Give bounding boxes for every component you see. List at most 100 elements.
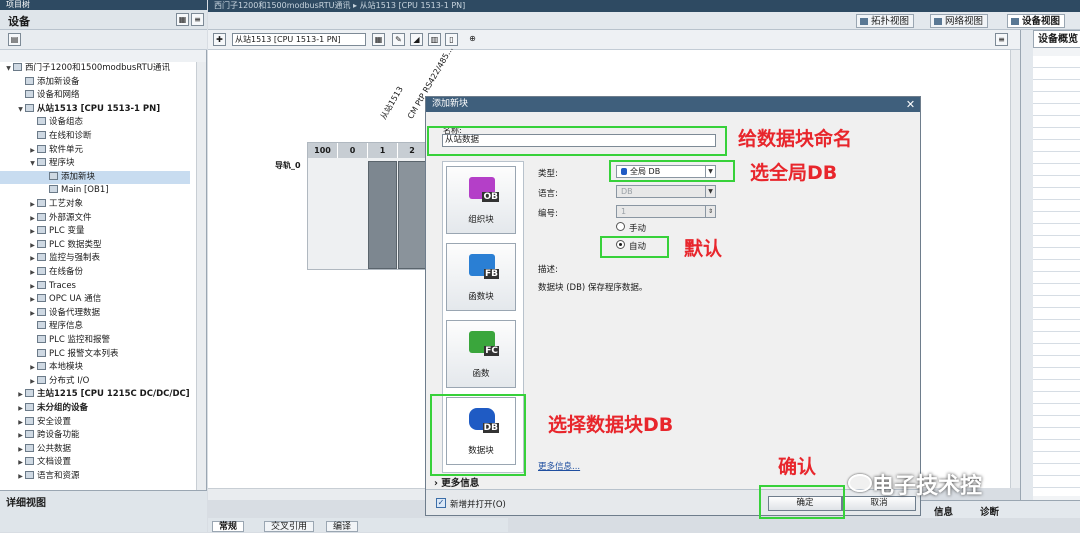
tree-item[interactable]: ▶ 工艺对象 bbox=[0, 198, 190, 211]
tree-item-icon bbox=[37, 280, 46, 289]
tree-item-label: 程序块 bbox=[49, 158, 75, 169]
more-info-link[interactable]: 更多信息... bbox=[538, 460, 580, 472]
tree-item[interactable]: PLC 报警文本列表 bbox=[0, 348, 190, 361]
tree-item[interactable]: ▶ 在线备份 bbox=[0, 266, 190, 279]
draw-icon[interactable]: ◢ bbox=[410, 33, 423, 46]
device-icon[interactable]: ✚ bbox=[213, 33, 226, 46]
tree-item[interactable]: ▶ 主站1215 [CPU 1215C DC/DC/DC] bbox=[0, 388, 190, 401]
tree-item[interactable]: ▼ 程序块 bbox=[0, 157, 190, 170]
add-and-open-checkbox[interactable]: ✓ bbox=[436, 498, 446, 508]
canvas-vscrollbar[interactable] bbox=[1010, 50, 1020, 488]
tab-info[interactable]: 信息 bbox=[934, 504, 953, 518]
grid-view-icon[interactable]: ▦ bbox=[176, 13, 189, 26]
tree-item[interactable]: ▼ 西门子1200和1500modbusRTU通讯 bbox=[0, 62, 190, 75]
more-info-section[interactable]: › 更多信息 bbox=[434, 475, 479, 489]
tree-item[interactable]: ▶ 分布式 I/O bbox=[0, 375, 190, 388]
collapsed-arrow-icon[interactable]: ▶ bbox=[16, 402, 25, 415]
collapsed-arrow-icon[interactable]: ▶ bbox=[16, 470, 25, 483]
tree-item[interactable]: ▶ Traces bbox=[0, 280, 190, 293]
highlight-ok bbox=[759, 485, 845, 519]
tree-item[interactable]: ▶ 设备代理数据 bbox=[0, 307, 190, 320]
collapsed-arrow-icon[interactable]: ▶ bbox=[28, 293, 37, 306]
expanded-arrow-icon[interactable]: ▼ bbox=[4, 62, 13, 75]
overview-toggle-icon[interactable]: ≡ bbox=[995, 33, 1008, 46]
tree-item[interactable]: ▶ 文档设置 bbox=[0, 456, 190, 469]
tree-item-icon bbox=[37, 267, 46, 275]
tree-item-icon bbox=[37, 144, 46, 153]
zoom-icon[interactable]: ⊕ bbox=[466, 33, 479, 46]
collapsed-arrow-icon[interactable]: ▶ bbox=[16, 456, 25, 469]
tree-item[interactable]: 设备组态 bbox=[0, 116, 190, 129]
collapsed-arrow-icon[interactable]: ▶ bbox=[16, 388, 25, 401]
collapsed-arrow-icon[interactable]: ▶ bbox=[28, 375, 37, 388]
device-selector[interactable]: 从站1513 [CPU 1513-1 PN] bbox=[232, 33, 366, 46]
tree-item[interactable]: Main [OB1] bbox=[0, 184, 190, 197]
collapsed-arrow-icon[interactable]: ▶ bbox=[28, 280, 37, 293]
tree-item[interactable]: ▼ 从站1513 [CPU 1513-1 PN] bbox=[0, 103, 190, 116]
collapsed-arrow-icon[interactable]: ▶ bbox=[16, 416, 25, 429]
tree-item[interactable]: 在线和诊断 bbox=[0, 130, 190, 143]
panel-icon[interactable]: ▯ bbox=[445, 33, 458, 46]
cm-module[interactable] bbox=[398, 161, 426, 269]
tree-item[interactable]: 添加新块 bbox=[0, 170, 190, 184]
tree-item[interactable]: ▶ 未分组的设备 bbox=[0, 402, 190, 415]
tree-item[interactable]: ▶ 公共数据 bbox=[0, 443, 190, 456]
tree-item[interactable]: ▶ 跨设备功能 bbox=[0, 429, 190, 442]
collapsed-arrow-icon[interactable]: ▶ bbox=[28, 239, 37, 252]
collapsed-arrow-icon[interactable]: ▶ bbox=[28, 361, 37, 374]
detail-view-panel[interactable]: 详细视图 bbox=[0, 490, 207, 532]
block-type-fc-button[interactable]: FC 函数 bbox=[446, 320, 516, 388]
tab-cross-ref[interactable]: 交叉引用 bbox=[264, 521, 315, 532]
collapsed-arrow-icon[interactable]: ▶ bbox=[16, 443, 25, 456]
manual-radio[interactable] bbox=[616, 222, 625, 231]
tree-item[interactable]: PLC 监控和报警 bbox=[0, 334, 190, 347]
tree-item[interactable]: 设备和网络 bbox=[0, 89, 190, 102]
close-icon[interactable]: ✕ bbox=[904, 98, 917, 111]
compact-icon[interactable]: ▤ bbox=[8, 33, 21, 46]
tab-device-view[interactable]: 设备视图 bbox=[1007, 14, 1066, 28]
collapsed-arrow-icon[interactable]: ▶ bbox=[28, 225, 37, 238]
list-view-icon[interactable]: ≡ bbox=[191, 13, 204, 26]
tree-item[interactable]: ▶ 语言和资源 bbox=[0, 470, 190, 483]
tree-item[interactable]: ▶ 监控与强制表 bbox=[0, 252, 190, 265]
annotation-select-global: 选全局DB bbox=[750, 162, 838, 184]
collapsed-arrow-icon[interactable]: ▶ bbox=[28, 198, 37, 211]
tree-item[interactable]: ▶ 软件单元 bbox=[0, 144, 190, 157]
split-icon[interactable]: ▥ bbox=[428, 33, 441, 46]
collapsed-arrow-icon[interactable]: ▶ bbox=[28, 266, 37, 279]
tree-item[interactable]: ▶ OPC UA 通信 bbox=[0, 293, 190, 306]
collapsed-arrow-icon[interactable]: ▶ bbox=[16, 429, 25, 442]
collapsed-arrow-icon[interactable]: ▶ bbox=[28, 212, 37, 225]
tree-item[interactable]: 程序信息 bbox=[0, 320, 190, 333]
tab-compile[interactable]: 编译 bbox=[326, 521, 359, 532]
table-icon[interactable]: ▦ bbox=[372, 33, 385, 46]
inspector-tabs: 常规 交叉引用 编译 bbox=[208, 518, 508, 532]
collapsed-arrow-icon[interactable]: ▶ bbox=[28, 252, 37, 265]
tree-item[interactable]: ▶ 本地模块 bbox=[0, 361, 190, 374]
fc-icon: FC bbox=[469, 331, 499, 356]
project-tree-header: 项目树 bbox=[0, 0, 207, 10]
expanded-arrow-icon[interactable]: ▼ bbox=[28, 157, 37, 170]
canvas-hscrollbar[interactable] bbox=[208, 488, 428, 500]
edit-icon[interactable]: ✎ bbox=[392, 33, 405, 46]
block-type-ob-button[interactable]: OB 组织块 bbox=[446, 166, 516, 234]
tree-item[interactable]: ▶ 安全设置 bbox=[0, 416, 190, 429]
device-overview-grid[interactable] bbox=[1033, 56, 1080, 496]
block-type-fb-button[interactable]: FB 函数块 bbox=[446, 243, 516, 311]
collapsed-arrow-icon[interactable]: ▶ bbox=[28, 307, 37, 320]
devices-tab[interactable]: 设备 ▦ ≡ bbox=[0, 10, 207, 30]
tree-item[interactable]: ▶ PLC 数据类型 bbox=[0, 239, 190, 252]
tab-topology-view[interactable]: 拓扑视图 bbox=[856, 14, 915, 28]
tab-diagnostics[interactable]: 诊断 bbox=[980, 504, 999, 518]
tree-item[interactable]: ▶ 外部源文件 bbox=[0, 212, 190, 225]
tab-general[interactable]: 常规 bbox=[212, 521, 245, 532]
tab-device-overview[interactable]: 设备概览 bbox=[1033, 30, 1080, 48]
tree-item-label: 公共数据 bbox=[37, 443, 72, 454]
tree-scrollbar[interactable] bbox=[196, 62, 206, 490]
tree-item[interactable]: 添加新设备 bbox=[0, 76, 190, 89]
cpu-module[interactable] bbox=[368, 161, 397, 269]
tree-item[interactable]: ▶ PLC 变量 bbox=[0, 225, 190, 238]
expanded-arrow-icon[interactable]: ▼ bbox=[16, 103, 25, 116]
tab-network-view[interactable]: 网络视图 bbox=[930, 14, 989, 28]
collapsed-arrow-icon[interactable]: ▶ bbox=[28, 144, 37, 157]
